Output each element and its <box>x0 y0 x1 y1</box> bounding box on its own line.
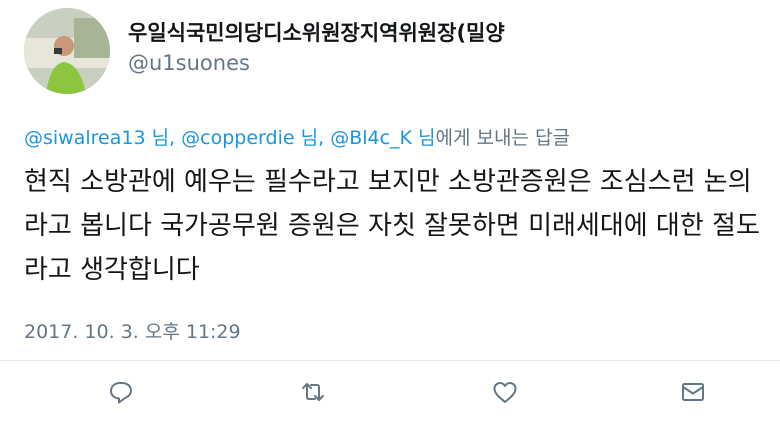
mention-link[interactable]: @copperdie <box>181 127 294 149</box>
divider <box>0 360 780 361</box>
like-button[interactable] <box>488 376 522 408</box>
retweet-icon <box>302 383 324 401</box>
display-name[interactable]: 우일식국민의당디소위원장지역위원장(밀양 <box>128 17 505 47</box>
honorific: 님 <box>151 127 170 149</box>
user-handle[interactable]: @u1suones <box>128 51 250 75</box>
mention-link[interactable]: @Bl4c_K <box>330 127 412 149</box>
avatar-photo <box>24 8 110 94</box>
honorific: 님 <box>418 127 436 149</box>
tweet-text: 현직 소방관에 예우는 필수라고 보지만 소방관증원은 조심스런 논의라고 봅니… <box>24 167 760 285</box>
timestamp[interactable]: 2017. 10. 3. 오후 11:29 <box>24 317 241 344</box>
reply-context: @siwalrea13 님, @copperdie 님, @Bl4c_K 님에게… <box>24 123 570 150</box>
speech-bubble-icon <box>110 382 132 404</box>
direct-message-button[interactable] <box>676 376 710 408</box>
retweet-button[interactable] <box>296 376 330 408</box>
separator: , <box>169 127 176 149</box>
reply-button[interactable] <box>104 376 138 408</box>
envelope-icon <box>682 383 704 401</box>
reply-suffix: 에게 보내는 답글 <box>435 127 570 149</box>
avatar[interactable] <box>24 8 110 94</box>
separator: , <box>318 127 325 149</box>
honorific: 님 <box>300 127 319 149</box>
mention-link[interactable]: @siwalrea13 <box>24 127 146 149</box>
heart-icon <box>493 382 517 403</box>
